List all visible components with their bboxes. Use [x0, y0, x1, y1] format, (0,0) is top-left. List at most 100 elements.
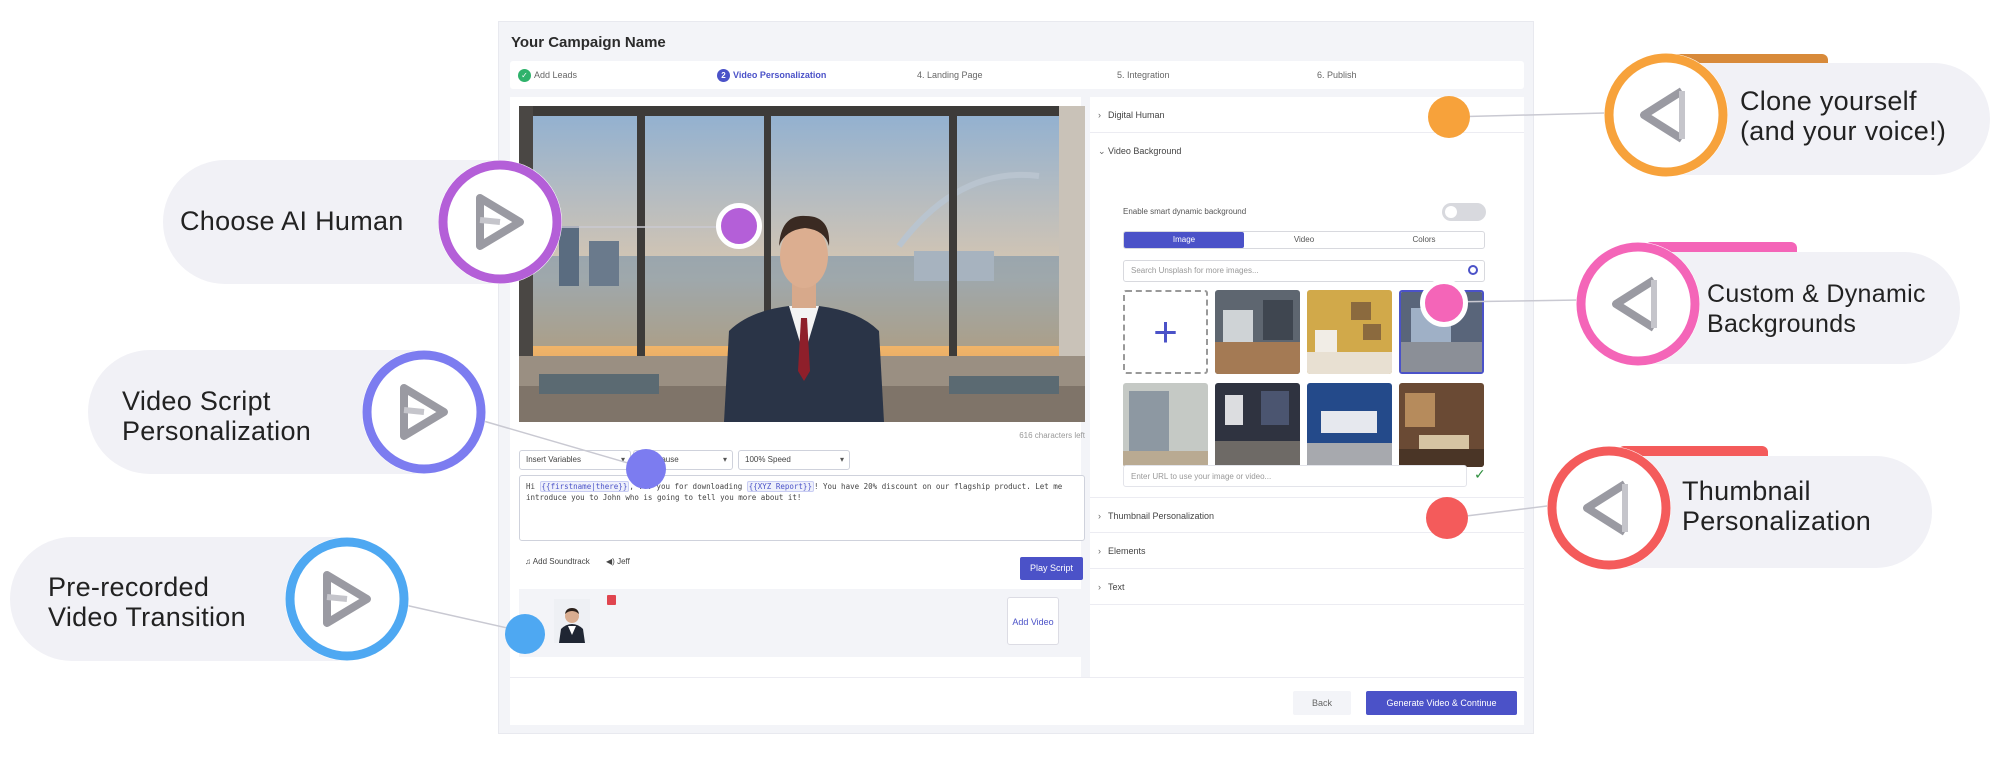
confirm-check-icon[interactable]: ✓ [1474, 466, 1486, 483]
unsplash-search-input[interactable]: Search Unsplash for more images... [1123, 260, 1485, 282]
accordion-label: Video Background [1108, 146, 1182, 156]
speaker-icon: ◀) [606, 557, 615, 566]
insert-variables-select[interactable]: Insert Variables ▾ [519, 450, 631, 470]
script-text: Hi [526, 482, 540, 491]
triangle-logo-icon [1576, 242, 1700, 366]
dark-office-image [1215, 383, 1300, 467]
video-preview[interactable] [519, 106, 1085, 422]
add-soundtrack-button[interactable]: ♫ Add Soundtrack [525, 557, 590, 566]
callout-script-badge [362, 350, 486, 474]
script-text: ! You have 20% discount on our flagship … [813, 482, 1063, 491]
step-number-badge: 2 [717, 69, 730, 83]
smart-background-toggle[interactable] [1442, 203, 1486, 221]
search-placeholder: Search Unsplash for more images... [1131, 266, 1259, 275]
play-logo-icon [362, 350, 486, 474]
callout-line: Clone yourself [1740, 86, 1917, 116]
speed-select-value: 100% Speed [745, 455, 791, 464]
generate-video-button[interactable]: Generate Video & Continue [1366, 691, 1517, 715]
callout-backgrounds-marker [1420, 279, 1468, 327]
step-landing-page[interactable]: 4. Landing Page [917, 61, 983, 89]
campaign-title[interactable]: Your Campaign Name [511, 34, 666, 51]
add-video-button[interactable]: Add Video [1007, 597, 1059, 645]
callout-backgrounds-text: Custom & Dynamic Backgrounds [1707, 279, 1926, 339]
video-editor-panel: 616 characters left Insert Variables ▾ Pa… [510, 97, 1085, 697]
accordion-elements[interactable]: › Elements [1090, 533, 1524, 569]
callout-thumbnail-text: Thumbnail Personalization [1682, 476, 1871, 536]
step-label: 5. Integration [1117, 70, 1170, 80]
step-video-personalization[interactable]: 2 Video Personalization [717, 61, 826, 89]
insert-variables-label: Insert Variables [526, 455, 581, 464]
office-scene-illustration [519, 106, 1085, 422]
accordion-video-background[interactable]: ⌄ Video Background [1090, 133, 1524, 169]
background-thumbnail[interactable] [1215, 383, 1300, 467]
background-thumbnail[interactable] [1307, 383, 1392, 467]
script-text: introduce you to John who is going to te… [526, 493, 802, 502]
chevron-down-icon: ⌄ [1098, 146, 1106, 156]
step-label: 6. Publish [1317, 70, 1357, 80]
characters-left-counter: 616 characters left [1019, 431, 1085, 440]
voice-selector[interactable]: ◀) Jeff [606, 557, 630, 566]
triangle-logo-icon [1604, 53, 1728, 177]
check-icon: ✓ [518, 69, 531, 83]
callout-clone-text: Clone yourself (and your voice!) [1740, 86, 1946, 146]
triangle-logo-icon [1547, 446, 1671, 570]
callout-line: Choose AI Human [180, 206, 404, 236]
callout-clone-marker [1428, 96, 1470, 138]
background-url-input[interactable]: Enter URL to use your image or video... [1123, 465, 1467, 487]
settings-panel: › Digital Human ⌄ Video Background Enable … [1090, 97, 1524, 697]
presenter-thumbnail-illustration [559, 608, 585, 643]
chevron-down-icon: ▾ [620, 455, 625, 464]
transition-clip-thumbnail[interactable] [554, 599, 590, 643]
variable-chip-report[interactable]: {{XYZ Report}} [746, 481, 814, 492]
plus-icon: + [1153, 308, 1178, 355]
variable-chip-firstname[interactable]: {{firstname|there}} [539, 481, 630, 492]
play-script-button[interactable]: Play Script [1020, 557, 1083, 580]
callout-transition-marker [505, 614, 545, 654]
script-textarea[interactable]: Hi {{firstname|there}}, ... you for down… [519, 475, 1085, 541]
callout-clone-badge [1604, 53, 1728, 177]
step-add-leads[interactable]: ✓ Add Leads [518, 61, 577, 89]
speed-select[interactable]: 100% Speed ▾ [738, 450, 850, 470]
callout-line: Video Script [122, 386, 271, 416]
music-note-icon: ♫ [525, 557, 531, 566]
accordion-text[interactable]: › Text [1090, 569, 1524, 605]
callout-thumbnail-badge [1547, 446, 1671, 570]
callout-ai-human-text: Choose AI Human [180, 206, 404, 236]
callout-line: Thumbnail [1682, 476, 1811, 506]
callout-line: Personalization [122, 416, 312, 446]
chevron-right-icon: › [1098, 110, 1101, 120]
background-thumbnail[interactable] [1399, 383, 1484, 467]
callout-line: Custom & Dynamic [1707, 280, 1926, 308]
chevron-right-icon: › [1098, 546, 1101, 556]
step-label: 4. Landing Page [917, 70, 983, 80]
background-thumbnail[interactable] [1307, 290, 1392, 374]
blue-office-image [1307, 383, 1392, 467]
tab-video[interactable]: Video [1244, 232, 1364, 248]
step-label: Video Personalization [733, 70, 827, 80]
upload-background-button[interactable]: + [1123, 290, 1208, 374]
step-label: Add Leads [534, 70, 578, 80]
accordion-label: Text [1108, 582, 1125, 592]
step-integration[interactable]: 5. Integration [1117, 61, 1170, 89]
back-button[interactable]: Back [1293, 691, 1351, 715]
footer-actions: Back Generate Video & Continue [510, 677, 1524, 725]
office-interior-image [1215, 290, 1300, 374]
chevron-down-icon: ▾ [839, 455, 844, 464]
add-soundtrack-label: Add Soundtrack [532, 557, 590, 566]
tab-image[interactable]: Image [1124, 232, 1244, 248]
search-icon [1468, 265, 1478, 275]
callout-script-text: Video Script Personalization [122, 386, 311, 446]
callout-transition-badge [285, 537, 409, 661]
background-thumbnail[interactable] [1215, 290, 1300, 374]
delete-clip-icon[interactable] [607, 595, 616, 605]
tab-colors[interactable]: Colors [1364, 232, 1484, 248]
callout-line: Video Transition [48, 602, 246, 632]
callout-script-marker [626, 449, 666, 489]
callout-line: Pre-recorded [48, 572, 210, 602]
voice-name: Jeff [617, 557, 630, 566]
callout-ai-human-badge [438, 160, 562, 284]
background-thumbnail[interactable] [1123, 383, 1208, 467]
step-publish[interactable]: 6. Publish [1317, 61, 1357, 89]
callout-line: Backgrounds [1707, 310, 1857, 338]
background-type-tabs: Image Video Colors [1123, 231, 1485, 249]
